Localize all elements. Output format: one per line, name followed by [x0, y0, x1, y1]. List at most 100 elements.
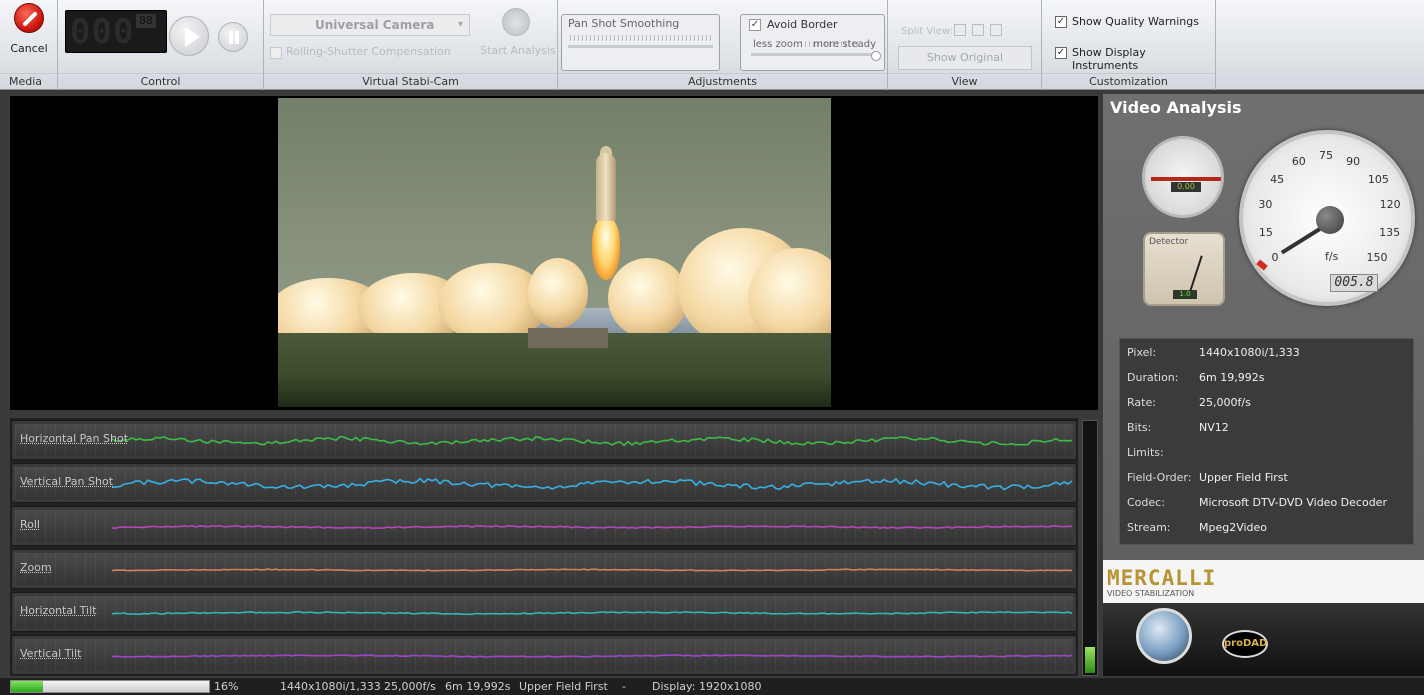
gauge-tick-label: 75	[1319, 149, 1333, 162]
graph-curve	[111, 477, 1073, 491]
globe-icon	[1136, 608, 1192, 664]
split-view-horizontal-button[interactable]	[990, 24, 1002, 36]
split-view-vertical-button[interactable]	[972, 24, 984, 36]
mercalli-subtitle: VIDEO STABILIZATION	[1107, 589, 1195, 598]
info-value: 25,000f/s	[1199, 396, 1251, 409]
gauge-tick-label: 0	[1271, 250, 1279, 264]
cancel-button-label[interactable]: Cancel	[0, 42, 58, 55]
info-key: Field-Order:	[1127, 471, 1192, 484]
info-key: Limits:	[1127, 446, 1164, 459]
graph-row-1: Horizontal Pan Shot	[11, 420, 1077, 460]
pause-button[interactable]	[218, 22, 248, 52]
graph-label: Vertical Pan Shot	[20, 475, 114, 488]
motion-graphs-panel: Horizontal Pan Shot Vertical Pan Shot Roll…	[10, 418, 1078, 676]
app-window: Cancel Media 000 88 Control Universal Ca…	[0, 0, 1424, 695]
graph-label: Horizontal Pan Shot	[20, 432, 129, 445]
group-label-adjustments: Adjustments	[558, 73, 887, 89]
pan-shot-smoothing-panel: Pan Shot Smoothing	[561, 14, 720, 71]
avoid-border-label: Avoid Border	[767, 18, 838, 31]
display-instruments-label: Show Display Instruments	[1072, 46, 1146, 72]
mercalli-logo-banner: MERCALLI VIDEO STABILIZATION	[1103, 560, 1424, 603]
split-view-single-button[interactable]	[954, 24, 966, 36]
frame-display: 88	[136, 14, 156, 28]
group-media: Cancel Media	[0, 0, 58, 90]
video-analysis-panel: Video Analysis 0.00 Detector 1.0 0 15 30 45…	[1103, 94, 1424, 560]
info-key: Stream:	[1127, 521, 1171, 534]
status-bar: 16% 1440x1080i/1,333 25,000f/s 6m 19,992…	[0, 678, 1424, 695]
info-row: Limits:	[1120, 441, 1415, 465]
play-button[interactable]	[169, 16, 209, 56]
frame-rate-gauge-redzone	[1256, 259, 1268, 271]
gauge-tick-label: 90	[1346, 155, 1361, 169]
gauge-tick-label: 15	[1258, 225, 1273, 239]
video-preview[interactable]	[10, 96, 1098, 410]
start-analysis-icon[interactable]	[502, 8, 530, 36]
graph-label: Vertical Tilt	[20, 647, 82, 660]
horizon-gauge-readout: 0.00	[1171, 182, 1201, 192]
info-row: Stream: Mpeg2Video	[1120, 516, 1415, 540]
group-view: Split View: Show Original View	[888, 0, 1042, 90]
group-label-media: Media	[0, 73, 57, 89]
graph-row-2: Vertical Pan Shot	[11, 463, 1077, 503]
info-row: Bits: NV12	[1120, 416, 1415, 440]
pan-slider-ticks	[570, 35, 713, 41]
graph-line	[111, 654, 1073, 658]
camera-type-select[interactable]: Universal Camera	[270, 14, 470, 36]
zoom-slider-handle[interactable]	[871, 51, 881, 61]
quality-warnings-checkbox[interactable]: ✓	[1055, 16, 1067, 28]
frame-rate-gauge: 0 15 30 45 60 75 90 105 120 135 150 f/s 005.8	[1239, 130, 1415, 306]
progress-percent: 16%	[214, 680, 239, 693]
status-display: Display: 1920x1080	[652, 680, 762, 693]
prodad-logo: proDAD	[1222, 630, 1268, 658]
graph-line	[111, 568, 1073, 572]
detector-needle	[1189, 255, 1203, 293]
group-adjustments: Pan Shot Smoothing ✓ Avoid Border less z…	[558, 0, 888, 90]
info-key: Bits:	[1127, 421, 1152, 434]
group-label-virtual-stabi-cam: Virtual Stabi-Cam	[264, 73, 557, 89]
graph-row-4: Zoom	[11, 549, 1077, 589]
graph-curve	[111, 524, 1072, 530]
info-key: Rate:	[1127, 396, 1156, 409]
smoke-cloud	[608, 258, 688, 338]
graph-line	[111, 477, 1073, 491]
info-value: Microsoft DTV-DVD Video Decoder	[1199, 496, 1387, 509]
status-duration: 6m 19,992s	[445, 680, 511, 693]
group-label-customization: Customization	[1042, 73, 1215, 89]
start-analysis-button[interactable]: Start Analysis	[476, 44, 560, 57]
status-resolution: 1440x1080i/1,333	[280, 680, 381, 693]
status-dash: -	[622, 680, 626, 693]
launch-pad	[528, 328, 608, 348]
info-row: Field-Order: Upper Field First	[1120, 466, 1415, 490]
zoom-steady-slider[interactable]	[751, 53, 877, 56]
avoid-border-checkbox[interactable]: ✓	[749, 19, 761, 31]
frame-rate-gauge-hub	[1316, 206, 1344, 234]
show-original-button[interactable]: Show Original	[898, 46, 1032, 70]
info-value: Mpeg2Video	[1199, 521, 1268, 534]
space-shuttle	[596, 153, 616, 221]
display-instruments-checkbox[interactable]: ✓	[1055, 47, 1067, 59]
info-key: Codec:	[1127, 496, 1165, 509]
pan-shot-smoothing-slider[interactable]	[568, 45, 713, 48]
cancel-icon[interactable]	[14, 3, 44, 33]
graph-line	[111, 435, 1073, 447]
info-row: Pixel: 1440x1080i/1,333	[1120, 341, 1415, 365]
video-frame-image	[278, 98, 831, 407]
horizon-gauge: 0.00	[1142, 136, 1224, 218]
rolling-shutter-checkbox[interactable]	[270, 47, 282, 59]
graph-row-3: Roll	[11, 506, 1077, 546]
gauge-tick-label: 30	[1258, 198, 1273, 212]
horizon-gauge-needle	[1151, 177, 1221, 181]
video-info-table: Pixel: 1440x1080i/1,333 Duration: 6m 19,992…	[1119, 338, 1414, 545]
status-rate: 25,000f/s	[384, 680, 436, 693]
info-value: 6m 19,992s	[1199, 371, 1265, 384]
group-label-control: Control	[58, 73, 263, 89]
graph-curve	[111, 568, 1073, 572]
pan-shot-smoothing-label: Pan Shot Smoothing	[568, 17, 680, 30]
graph-curve	[111, 610, 1073, 616]
quality-warnings-label: Show Quality Warnings	[1072, 15, 1199, 28]
gauge-tick-label: 150	[1366, 250, 1388, 264]
avoid-border-panel: ✓ Avoid Border less zoom more steady	[740, 14, 885, 71]
info-row: Codec: Microsoft DTV-DVD Video Decoder	[1120, 491, 1415, 515]
mercalli-logo: MERCALLI	[1107, 566, 1217, 590]
gauge-tick-label: 45	[1270, 172, 1285, 186]
